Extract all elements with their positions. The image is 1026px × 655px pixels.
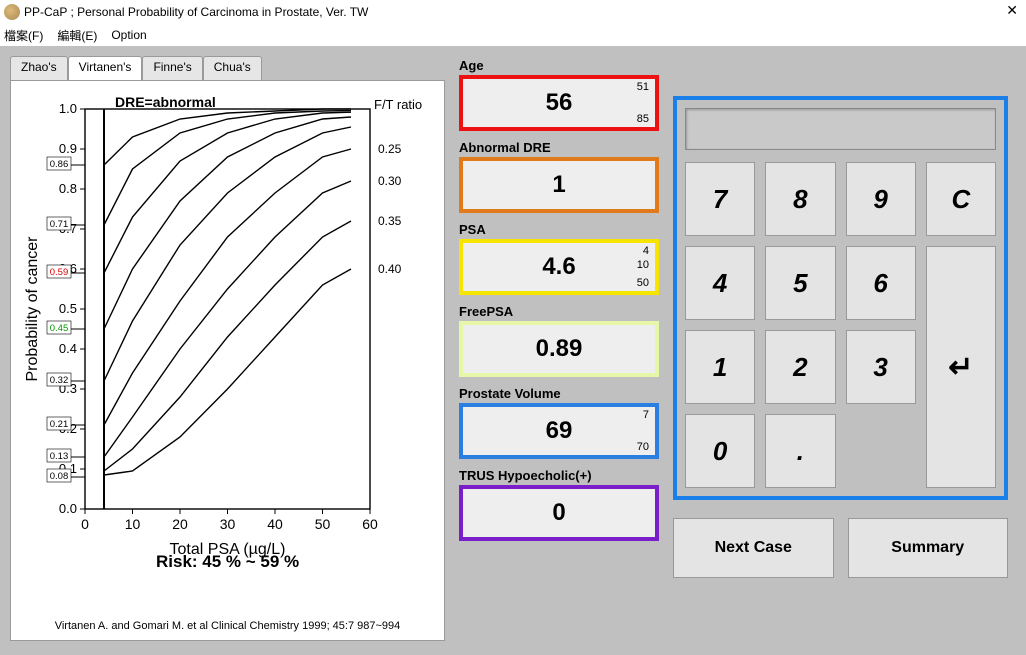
trus-value: 0	[552, 499, 565, 527]
svg-text:30: 30	[220, 516, 236, 532]
svg-text:0.9: 0.9	[59, 141, 77, 156]
svg-text:0.5: 0.5	[59, 301, 77, 316]
key-1[interactable]: 1	[685, 330, 755, 404]
age-min: 51	[637, 81, 649, 93]
menu-file[interactable]: 檔案(F)	[4, 27, 43, 44]
pvol-label: Prostate Volume	[459, 386, 659, 401]
svg-text:0.21: 0.21	[50, 419, 69, 430]
model-tabs: Zhao's Virtanen's Finne's Chua's	[10, 56, 445, 80]
risk-readout: Risk: 45 % ~ 59 %	[156, 552, 299, 572]
psa-label: PSA	[459, 222, 659, 237]
trus-label: TRUS Hypoecholic(+)	[459, 468, 659, 483]
dre-value: 1	[552, 171, 565, 199]
svg-text:0.35: 0.35	[378, 214, 402, 228]
key-8[interactable]: 8	[765, 162, 835, 236]
key-7[interactable]: 7	[685, 162, 755, 236]
svg-text:60: 60	[362, 516, 378, 532]
svg-text:0.08: 0.08	[50, 471, 69, 482]
svg-text:F/T ratio: F/T ratio	[374, 97, 422, 112]
key-9[interactable]: 9	[846, 162, 916, 236]
tab-chua[interactable]: Chua's	[203, 56, 262, 80]
svg-text:10: 10	[125, 516, 141, 532]
svg-text:50: 50	[315, 516, 331, 532]
psa-max: 50	[637, 277, 649, 289]
svg-text:40: 40	[267, 516, 283, 532]
svg-text:0.40: 0.40	[378, 262, 402, 276]
key-4[interactable]: 4	[685, 246, 755, 320]
key-0[interactable]: 0	[685, 414, 755, 488]
titlebar: PP-CaP ; Personal Probability of Carcino…	[0, 0, 1026, 24]
svg-text:0.30: 0.30	[378, 174, 402, 188]
pvol-max: 70	[637, 441, 649, 453]
psa-value: 4.6	[542, 253, 575, 281]
svg-text:0.13: 0.13	[50, 451, 69, 462]
close-icon[interactable]: ✕	[1006, 2, 1018, 19]
numeric-keypad: 7 8 9 C 4 5 6 ↵ 1 2 3 0 .	[673, 96, 1008, 500]
psa-mid: 10	[637, 259, 649, 271]
svg-text:0.45: 0.45	[50, 323, 69, 334]
trus-input[interactable]: 0	[459, 485, 659, 541]
key-clear[interactable]: C	[926, 162, 996, 236]
app-icon	[4, 4, 20, 20]
age-label: Age	[459, 58, 659, 73]
psa-min: 4	[643, 245, 649, 257]
menu-option[interactable]: Option	[111, 28, 146, 42]
svg-text:0.4: 0.4	[59, 341, 77, 356]
svg-text:0.25: 0.25	[378, 142, 402, 156]
svg-text:0: 0	[81, 516, 89, 532]
tab-virtanen[interactable]: Virtanen's	[68, 56, 143, 80]
svg-text:0.59: 0.59	[50, 267, 69, 278]
fpsa-value: 0.89	[536, 335, 583, 363]
key-enter[interactable]: ↵	[926, 246, 996, 488]
menu-edit[interactable]: 編輯(E)	[57, 27, 97, 44]
svg-text:0.8: 0.8	[59, 181, 77, 196]
next-case-button[interactable]: Next Case	[673, 518, 834, 578]
key-6[interactable]: 6	[846, 246, 916, 320]
key-3[interactable]: 3	[846, 330, 916, 404]
age-max: 85	[637, 113, 649, 125]
citation: Virtanen A. and Gomari M. et al Clinical…	[11, 620, 444, 632]
dre-label: Abnormal DRE	[459, 140, 659, 155]
chart-panel: 0.00.10.20.30.40.50.60.70.80.91.00102030…	[10, 80, 445, 641]
svg-text:0.86: 0.86	[50, 159, 69, 170]
pvol-input[interactable]: 69 7 70	[459, 403, 659, 459]
svg-text:0.71: 0.71	[50, 219, 69, 230]
svg-text:DRE=abnormal: DRE=abnormal	[115, 94, 216, 110]
age-value: 56	[546, 89, 573, 117]
psa-input[interactable]: 4.6 4 10 50	[459, 239, 659, 295]
key-5[interactable]: 5	[765, 246, 835, 320]
fpsa-label: FreePSA	[459, 304, 659, 319]
fpsa-input[interactable]: 0.89	[459, 321, 659, 377]
key-2[interactable]: 2	[765, 330, 835, 404]
tab-zhao[interactable]: Zhao's	[10, 56, 68, 80]
svg-text:0.32: 0.32	[50, 375, 69, 386]
keypad-display[interactable]	[685, 108, 996, 150]
svg-text:0.0: 0.0	[59, 501, 77, 516]
age-input[interactable]: 56 51 85	[459, 75, 659, 131]
window-title: PP-CaP ; Personal Probability of Carcino…	[24, 5, 368, 19]
svg-text:1.0: 1.0	[59, 101, 77, 116]
menubar: 檔案(F) 編輯(E) Option	[0, 24, 1026, 46]
probability-chart: 0.00.10.20.30.40.50.60.70.80.91.00102030…	[15, 89, 440, 589]
pvol-min: 7	[643, 409, 649, 421]
tab-finne[interactable]: Finne's	[142, 56, 202, 80]
pvol-value: 69	[546, 417, 573, 445]
svg-text:Probability of cancer: Probability of cancer	[24, 236, 41, 382]
dre-input[interactable]: 1	[459, 157, 659, 213]
key-dot[interactable]: .	[765, 414, 835, 488]
svg-text:20: 20	[172, 516, 188, 532]
summary-button[interactable]: Summary	[848, 518, 1009, 578]
